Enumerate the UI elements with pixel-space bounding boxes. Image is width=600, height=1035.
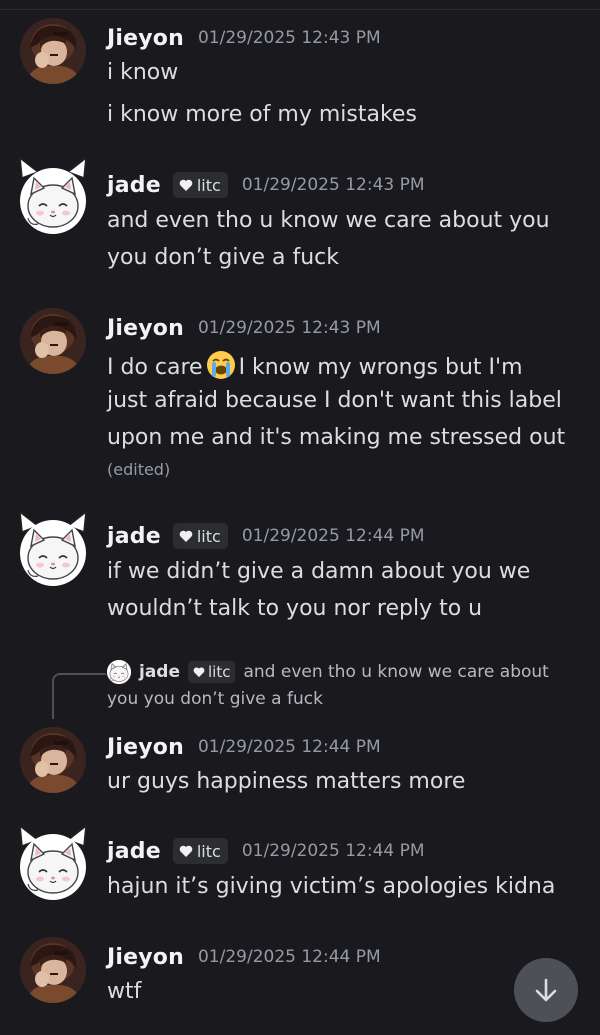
timestamp: 01/29/2025 12:44 PM [197,947,381,967]
username[interactable]: Jieyon [107,316,184,341]
jade-cat-avatar-icon [107,660,131,684]
role-badge[interactable]: litc [172,523,228,549]
message-text: wtf [107,979,142,1004]
message-text: i know [107,60,179,85]
message-header: jade litc 01/29/2025 12:43 PM [107,171,425,199]
message-text: I know my wrongs but I'm [238,355,523,380]
jieyon-avatar-icon[interactable] [20,727,86,793]
jieyon-avatar-icon[interactable] [20,18,86,84]
heart-icon [179,179,193,191]
username[interactable]: Jieyon [107,735,184,760]
jieyon-avatar-icon[interactable] [20,937,86,1003]
message-text: i know more of my mistakes [107,102,417,127]
message-text: upon me and it's making me stressed out [107,425,566,450]
username[interactable]: jade [107,173,161,198]
username[interactable]: Jieyon [107,26,184,51]
badge-label: litc [196,526,221,546]
timestamp: 01/29/2025 12:44 PM [241,526,425,546]
message-text: wouldn’t talk to you nor reply to u [107,596,483,621]
heart-icon [179,530,193,542]
loudly-crying-face-emoji [206,351,235,379]
timestamp: 01/29/2025 12:43 PM [241,175,425,195]
message-text-line: I do care I know my wrongs but I'm [107,349,523,383]
reply-text: and even tho u know we care about [243,662,549,682]
timestamp: 01/29/2025 12:43 PM [197,28,381,48]
message-text: I do care [107,355,203,380]
username[interactable]: jade [107,839,161,864]
message-header: jade litc 01/29/2025 12:44 PM [107,522,425,550]
message-text: and even tho u know we care about you [107,208,550,233]
arrow-down-icon [535,978,557,1002]
jump-to-bottom-button[interactable] [514,958,578,1022]
message-text: you don’t give a fuck [107,245,340,270]
timestamp: 01/29/2025 12:43 PM [197,318,381,338]
message-header: Jieyon 01/29/2025 12:44 PM [107,943,381,971]
reply-connector [52,673,106,719]
message-header: jade litc 01/29/2025 12:44 PM [107,837,425,865]
timestamp: 01/29/2025 12:44 PM [241,841,425,861]
message-header: Jieyon 01/29/2025 12:44 PM [107,733,381,761]
role-badge: litc [188,661,236,683]
reply-text: you you don’t give a fuck [107,689,323,709]
reply-username[interactable]: jade [139,662,180,682]
username[interactable]: Jieyon [107,945,184,970]
message-text: hajun it’s giving victim’s apologies kid… [107,874,556,899]
jieyon-avatar-icon[interactable] [20,308,86,374]
message-text: if we didn’t give a damn about you we [107,559,531,584]
badge-label: litc [208,663,231,681]
top-divider [0,0,600,10]
timestamp: 01/29/2025 12:44 PM [197,737,381,757]
edited-label: (edited) [107,460,171,479]
jade-cat-avatar-icon[interactable] [20,168,86,234]
badge-label: litc [196,175,221,195]
username[interactable]: jade [107,524,161,549]
message-text: ur guys happiness matters more [107,769,466,794]
message-header: Jieyon 01/29/2025 12:43 PM [107,314,381,342]
jade-cat-avatar-icon[interactable] [20,520,86,586]
role-badge[interactable]: litc [172,172,228,198]
role-badge[interactable]: litc [172,838,228,864]
heart-icon [193,667,205,678]
message-text: just afraid because I don't want this la… [107,388,562,413]
jade-cat-avatar-icon[interactable] [20,834,86,900]
badge-label: litc [196,841,221,861]
message-header: Jieyon 01/29/2025 12:43 PM [107,24,381,52]
heart-icon [179,845,193,857]
reply-header: jade litc and even tho u know we care ab… [107,660,549,684]
